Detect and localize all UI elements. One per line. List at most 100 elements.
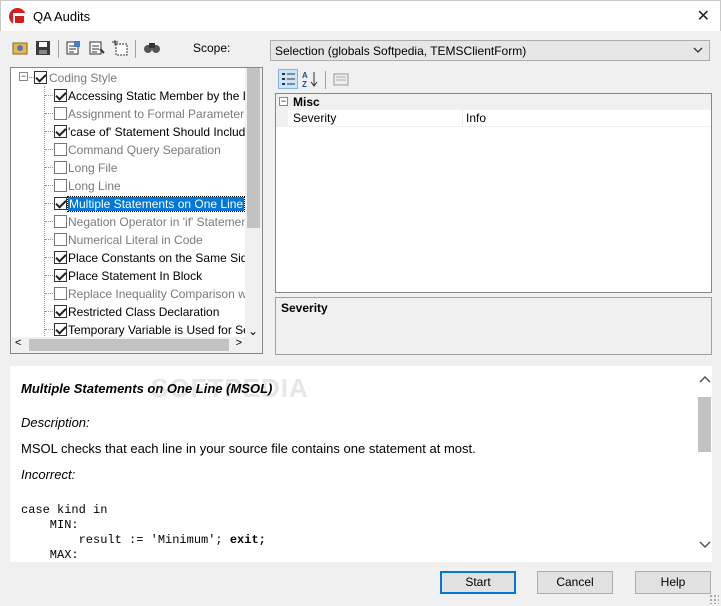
svg-text:A: A [302,71,308,80]
checkbox[interactable] [54,89,67,102]
collapse-icon[interactable]: − [19,72,28,81]
code-line: MIN: [21,518,79,532]
checkbox[interactable] [54,143,67,156]
tree-connector [45,257,53,258]
checkbox[interactable] [54,161,67,174]
category-name: Misc [293,95,320,109]
tree-rule-item[interactable]: Place Constants on the Same Side of [11,249,247,267]
scroll-left-arrow[interactable]: < [15,337,21,349]
property-category[interactable]: − Misc [276,94,711,110]
tree-connector [45,149,53,150]
tree-rule-item[interactable]: Place Statement In Block [11,267,247,285]
rule-label: Multiple Statements on One Line [66,196,246,212]
scope-label: Scope: [193,41,231,55]
invert-selection-icon[interactable] [88,40,106,56]
alphabetical-icon[interactable]: AZ [301,69,321,89]
incorrect-label: Incorrect: [21,467,76,482]
tree-rule-item[interactable]: Numerical Literal in Code [11,231,247,249]
checkbox[interactable] [54,323,67,336]
checkbox[interactable] [54,305,67,318]
tree-rule-item[interactable]: Negation Operator in 'if' Statement [11,213,247,231]
rule-description-panel: SOFTPEDIA Multiple Statements on One Lin… [10,366,712,562]
checkbox[interactable] [54,179,67,192]
checkbox[interactable] [54,125,67,138]
scroll-down-arrow[interactable] [699,539,711,553]
scroll-up-arrow[interactable] [699,373,711,387]
rule-label: Place Constants on the Same Side of [68,251,247,265]
tree-rule-item[interactable]: Long Line [11,177,247,195]
tree-connector [45,185,53,186]
tree-rule-item[interactable]: Replace Inequality Comparison with E [11,285,247,303]
code-line: case kind in [21,503,108,517]
tree-connector [45,167,53,168]
tree-node-label: Coding Style [49,71,118,85]
rule-label: Negation Operator in 'if' Statement [68,215,247,229]
toolbar-separator [325,71,326,89]
checkbox[interactable] [54,215,67,228]
property-grid[interactable]: − Misc Severity Info [275,93,712,293]
help-title: Severity [281,301,328,315]
checkbox[interactable] [54,107,67,120]
tree-vertical-scrollbar[interactable]: ⌄ [245,68,262,338]
checkbox[interactable] [34,71,47,84]
checkbox[interactable] [54,233,67,246]
tree-rule-item[interactable]: Long File [11,159,247,177]
categorized-icon[interactable] [278,69,298,89]
tree-rule-item[interactable]: Accessing Static Member by the Desc [11,87,247,105]
resize-grip[interactable] [709,594,719,604]
code-line: result := 'Minimum'; exit; [21,533,266,548]
select-all-icon[interactable] [65,40,83,56]
rule-label: 'case of' Statement Should Include the [68,125,247,139]
scrollbar-thumb[interactable] [247,68,260,228]
tree-rule-item[interactable]: Command Query Separation [11,141,247,159]
code-example: case kind in MIN: result := 'Minimum'; e… [21,503,266,562]
description-label: Description: [21,415,90,430]
tree-connector [45,293,53,294]
rule-tree[interactable]: − Coding Style Accessing Static Member by … [10,67,263,354]
property-row[interactable]: Severity Info [276,110,711,127]
open-audit-icon[interactable] [12,40,30,56]
code-line: MAX: [21,548,79,562]
description-scrollbar[interactable] [697,367,711,561]
help-button[interactable]: Help [635,571,711,594]
find-icon[interactable] [143,40,161,56]
tree-connector [45,95,53,96]
scroll-down-arrow[interactable]: ⌄ [248,324,258,338]
scrollbar-thumb[interactable] [29,339,229,351]
checkbox[interactable] [54,269,67,282]
tree-rule-item[interactable]: 'case of' Statement Should Include the [11,123,247,141]
scroll-right-arrow[interactable]: > [236,337,242,349]
rule-label: Temporary Variable is Used for Severa [68,323,247,337]
scope-dropdown[interactable]: Selection (globals Softpedia, TEMSClient… [270,40,710,61]
save-icon[interactable] [35,40,53,56]
tree-horizontal-scrollbar[interactable]: < > [11,337,262,353]
tree-rule-item[interactable]: Assignment to Formal Parameter [11,105,247,123]
collapse-icon[interactable]: − [279,97,288,106]
tree-rule-item[interactable]: Restricted Class Declaration [11,303,247,321]
rule-label: Replace Inequality Comparison with E [68,287,247,301]
clear-selection-icon[interactable] [111,40,129,56]
toolbar-separator [135,40,136,58]
tree-connector [45,113,53,114]
rule-label: Long Line [68,179,121,193]
rule-label: Place Statement In Block [68,269,203,283]
rule-label: Accessing Static Member by the Desc [68,89,247,103]
rule-label: Long File [68,161,118,175]
cancel-button[interactable]: Cancel [537,571,613,594]
rule-label: Numerical Literal in Code [68,233,203,247]
property-name: Severity [293,111,337,125]
tree-rule-item[interactable]: Multiple Statements on One Line [11,195,247,213]
checkbox[interactable] [54,251,67,264]
chevron-down-icon [693,43,703,60]
tree-connector [45,221,53,222]
close-button[interactable]: ✕ [697,6,710,26]
tree-connector [45,239,53,240]
row-gutter [276,110,288,127]
scrollbar-thumb[interactable] [698,397,711,452]
start-button[interactable]: Start [440,571,516,594]
tree-node-coding-style[interactable]: − Coding Style [11,69,247,87]
checkbox[interactable] [54,287,67,300]
property-value[interactable]: Info [466,111,486,125]
checkbox[interactable] [54,197,67,210]
property-pages-icon[interactable] [331,69,351,89]
